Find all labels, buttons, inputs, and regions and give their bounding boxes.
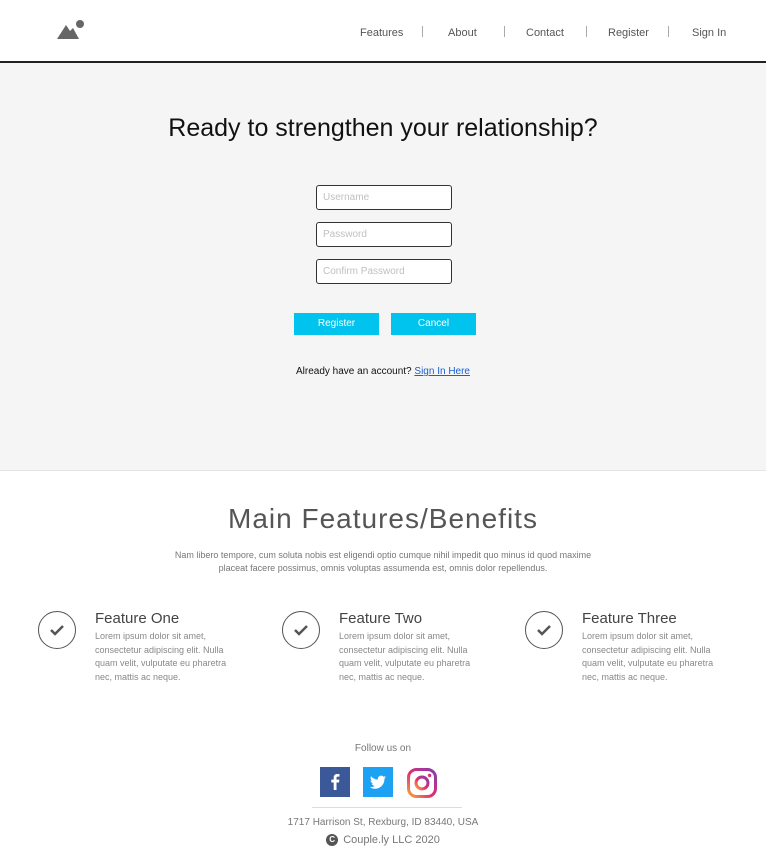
nav-features-link[interactable]: Features xyxy=(360,27,403,39)
nav-signin[interactable]: Sign In xyxy=(692,26,726,40)
feature-text: Lorem ipsum dolor sit amet, consectetur … xyxy=(95,631,227,682)
image-placeholder-icon[interactable] xyxy=(57,19,87,41)
account-prompt-text: Already have an account? xyxy=(295,366,412,377)
signin-here-link[interactable]: Sign In Here xyxy=(414,366,470,377)
site-header: Features About Contact Register Sign In xyxy=(0,0,766,63)
hero-title: Ready to strengthen your relationship? xyxy=(168,114,598,142)
username-input[interactable] xyxy=(316,185,452,210)
feature-text: Lorem ipsum dolor sit amet, consectetur … xyxy=(339,631,471,682)
copyright-text: Couple.ly LLC 2020 xyxy=(343,834,440,846)
nav-about[interactable]: About xyxy=(448,26,477,40)
features-title: Main Features/Benefits xyxy=(228,503,538,534)
register-button[interactable]: Register xyxy=(294,313,379,335)
feature-title: Feature One xyxy=(95,610,180,627)
registration-section: Ready to strengthen your relationship? R… xyxy=(0,63,766,471)
features-description: Nam libero tempore, cum soluta nobis est… xyxy=(174,550,592,573)
cancel-button[interactable]: Cancel xyxy=(391,313,476,335)
feature-title: Feature Two xyxy=(339,610,423,627)
signin-prompt: Already have an account? Sign In Here xyxy=(0,366,766,377)
checkmark-icon xyxy=(282,611,320,649)
nav-about-link[interactable]: About xyxy=(448,27,477,39)
nav-divider xyxy=(422,26,423,37)
password-input[interactable] xyxy=(316,222,452,247)
facebook-icon[interactable] xyxy=(320,767,350,797)
nav-register-link[interactable]: Register xyxy=(608,27,649,39)
nav-features[interactable]: Features xyxy=(360,26,403,40)
feature-card: Feature One Lorem ipsum dolor sit amet, … xyxy=(38,610,258,690)
nav-divider xyxy=(668,26,669,37)
checkmark-icon xyxy=(38,611,76,649)
feature-title: Feature Three xyxy=(582,610,677,627)
copyright: C Couple.ly LLC 2020 xyxy=(0,834,766,846)
twitter-icon[interactable] xyxy=(363,767,393,797)
feature-card: Feature Three Lorem ipsum dolor sit amet… xyxy=(525,610,745,690)
confirm-password-input[interactable] xyxy=(316,259,452,284)
nav-divider xyxy=(504,26,505,37)
nav-contact[interactable]: Contact xyxy=(526,26,564,40)
instagram-icon[interactable] xyxy=(406,767,437,798)
nav-contact-link[interactable]: Contact xyxy=(526,27,564,39)
nav-divider xyxy=(586,26,587,37)
nav-register[interactable]: Register xyxy=(608,26,649,40)
nav-signin-link[interactable]: Sign In xyxy=(692,27,726,39)
copyright-icon: C xyxy=(326,834,339,846)
address: 1717 Harrison St, Rexburg, ID 83440, USA xyxy=(287,817,479,828)
feature-text: Lorem ipsum dolor sit amet, consectetur … xyxy=(582,631,714,682)
footer-divider xyxy=(312,807,462,808)
follow-us-label: Follow us on xyxy=(354,743,412,754)
checkmark-icon xyxy=(525,611,563,649)
feature-card: Feature Two Lorem ipsum dolor sit amet, … xyxy=(282,610,502,690)
